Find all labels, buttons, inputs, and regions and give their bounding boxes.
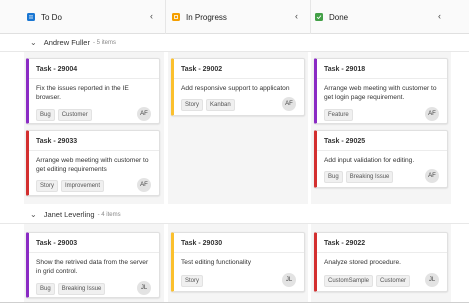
swimlane-name: Janet Leverling bbox=[43, 210, 95, 219]
collapse-column-button[interactable]: ‹ bbox=[150, 12, 153, 21]
card-divider bbox=[174, 78, 304, 79]
card-id: Task - 29025 bbox=[324, 138, 366, 145]
card-description: Arrange web meeting with customer to get… bbox=[36, 157, 149, 173]
collapse-column-button[interactable]: ‹ bbox=[438, 12, 441, 21]
column-title: To Do bbox=[41, 12, 62, 22]
swimlane-count: - 4 items bbox=[97, 211, 121, 218]
card-divider bbox=[317, 78, 447, 79]
card-tags: Bug Customer bbox=[36, 109, 92, 121]
card-divider bbox=[317, 150, 447, 151]
board-header: To Do ‹ In Progress ‹ Done ‹ bbox=[0, 0, 469, 34]
column-header-done: Done ‹ bbox=[315, 0, 447, 34]
kanban-card[interactable]: Task - 29025 Add input validation for ed… bbox=[314, 130, 448, 188]
avatar: AF bbox=[282, 97, 296, 111]
todo-icon bbox=[27, 13, 35, 21]
tag: Feature bbox=[324, 109, 353, 121]
tag: Improvement bbox=[61, 180, 105, 192]
tag: Breaking Issue bbox=[345, 171, 394, 183]
card-id: Task - 29002 bbox=[181, 66, 223, 73]
swimlane-header-janet-leverling[interactable]: ⌄ Janet Leverling - 4 items bbox=[0, 206, 469, 224]
column-title: In Progress bbox=[186, 12, 227, 22]
tag: Story bbox=[36, 180, 59, 192]
card-id: Task - 29030 bbox=[181, 240, 223, 247]
tag: Bug bbox=[324, 171, 343, 183]
card-id: Task - 29022 bbox=[324, 240, 366, 247]
tag: CustomSample bbox=[324, 275, 374, 287]
card-divider bbox=[29, 78, 159, 79]
chevron-down-icon[interactable]: ⌄ bbox=[30, 210, 37, 219]
card-tags: Bug Breaking Issue bbox=[324, 171, 394, 183]
column-divider bbox=[165, 0, 166, 34]
kanban-card[interactable]: Task - 29004 Fix the issues reported in … bbox=[26, 58, 160, 124]
column-header-todo: To Do ‹ bbox=[27, 0, 159, 34]
tag: Bug bbox=[36, 283, 55, 295]
card-id: Task - 29033 bbox=[36, 138, 78, 145]
tag: Story bbox=[181, 275, 204, 287]
card-description: Show the retrived data from the server i… bbox=[36, 259, 149, 275]
inprogress-icon bbox=[172, 13, 180, 21]
card-description: Add responsive support to applicaton bbox=[181, 85, 290, 92]
card-id: Task - 29018 bbox=[324, 66, 366, 73]
collapse-column-button[interactable]: ‹ bbox=[295, 12, 298, 21]
column-divider bbox=[310, 0, 311, 34]
kanban-card[interactable]: Task - 29002 Add responsive support to a… bbox=[171, 58, 305, 116]
avatar: JL bbox=[137, 281, 151, 295]
card-tags: Bug Breaking Issue bbox=[36, 283, 106, 295]
tag: Customer bbox=[57, 109, 92, 121]
card-description: Add input validation for editing. bbox=[324, 157, 415, 164]
scroll-edge bbox=[0, 302, 469, 303]
card-tags: CustomSample Customer bbox=[324, 275, 411, 287]
card-description: Fix the issues reported in the IE browse… bbox=[36, 85, 129, 101]
kanban-card[interactable]: Task - 29033 Arrange web meeting with cu… bbox=[26, 130, 160, 196]
kanban-card[interactable]: Task - 29030 Test editing functionality … bbox=[171, 232, 305, 292]
avatar: JL bbox=[282, 273, 296, 287]
column-title: Done bbox=[329, 12, 349, 22]
card-description: Analyze stored procedure. bbox=[324, 259, 401, 266]
column-header-inprogress: In Progress ‹ bbox=[172, 0, 304, 34]
kanban-card[interactable]: Task - 29022 Analyze stored procedure. C… bbox=[314, 232, 448, 292]
card-id: Task - 29004 bbox=[36, 66, 78, 73]
card-description: Arrange web meeting with customer to get… bbox=[324, 85, 437, 101]
avatar: AF bbox=[425, 107, 439, 121]
card-tags: Feature bbox=[324, 109, 353, 121]
swimlane-count: - 5 items bbox=[92, 39, 116, 46]
card-tags: Story bbox=[181, 275, 204, 287]
card-id: Task - 29003 bbox=[36, 240, 78, 247]
card-divider bbox=[317, 252, 447, 253]
card-tags: Story Improvement bbox=[36, 180, 105, 192]
card-tags: Story Kanban bbox=[181, 99, 235, 111]
tag: Kanban bbox=[206, 99, 235, 111]
card-description: Test editing functionality bbox=[181, 259, 252, 266]
avatar: AF bbox=[137, 107, 151, 121]
card-divider bbox=[29, 252, 159, 253]
swimlane-header-andrew-fuller[interactable]: ⌄ Andrew Fuller - 5 items bbox=[0, 34, 469, 52]
kanban-card[interactable]: Task - 29018 Arrange web meeting with cu… bbox=[314, 58, 448, 124]
avatar: AF bbox=[425, 169, 439, 183]
chevron-down-icon[interactable]: ⌄ bbox=[30, 38, 37, 47]
tag: Breaking Issue bbox=[57, 283, 106, 295]
tag: Story bbox=[181, 99, 204, 111]
avatar: JL bbox=[425, 273, 439, 287]
card-divider bbox=[174, 252, 304, 253]
tag: Customer bbox=[376, 275, 411, 287]
swimlane-name: Andrew Fuller bbox=[43, 38, 90, 47]
kanban-card[interactable]: Task - 29003 Show the retrived data from… bbox=[26, 232, 160, 298]
tag: Bug bbox=[36, 109, 55, 121]
done-icon bbox=[315, 13, 323, 21]
avatar: AF bbox=[137, 178, 151, 192]
card-divider bbox=[29, 150, 159, 151]
